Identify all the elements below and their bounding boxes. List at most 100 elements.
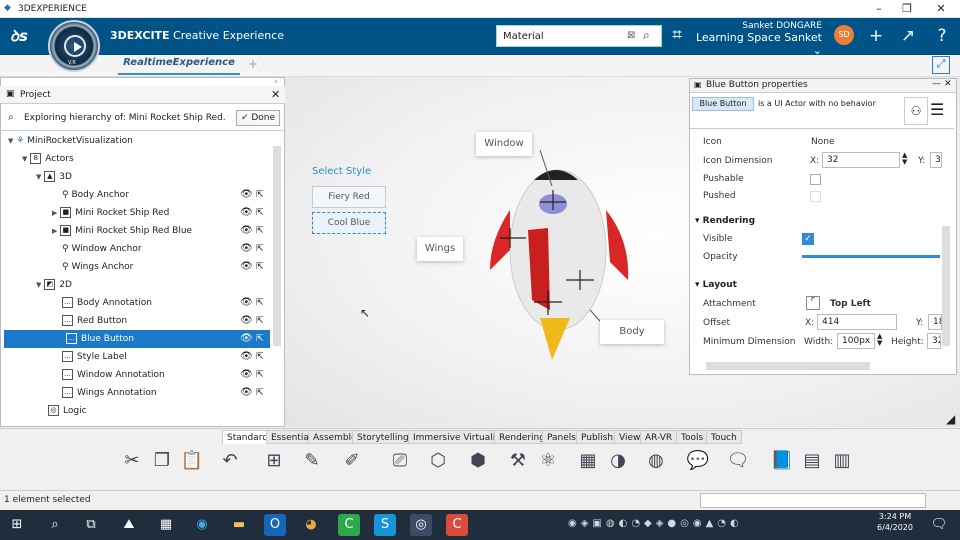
file-explorer-icon[interactable]: ▬	[228, 514, 250, 536]
comment-icon[interactable]: 🗨	[726, 449, 750, 473]
clock[interactable]: 3:24 PM 6/4/2020	[872, 512, 918, 532]
resize-icon[interactable]: ◢	[946, 412, 955, 426]
attachment-value[interactable]: Top Left	[830, 299, 871, 309]
pushed-checkbox[interactable]	[810, 191, 821, 202]
visible-checkbox[interactable]: ✓	[802, 233, 814, 245]
eye-icon[interactable]: 👁	[240, 351, 253, 362]
actor-chip[interactable]: Blue Button	[692, 97, 754, 111]
select-icon[interactable]: ⇱	[256, 226, 264, 236]
select-icon[interactable]: ⇱	[256, 244, 264, 254]
rendering-section[interactable]: ▾ Rendering	[695, 216, 755, 226]
close-panel-icon[interactable]: ✕	[271, 88, 280, 101]
toolbar-tab[interactable]: Storytelling	[352, 430, 414, 444]
tree-item-rocket-red-blue[interactable]: ▶ ■ Mini Rocket Ship Red Blue	[0, 222, 270, 240]
collapse-icon[interactable]: —	[932, 79, 941, 89]
add-behavior-icon[interactable]: ⚇	[904, 97, 928, 125]
toolbar-tab[interactable]: Tools	[676, 430, 709, 444]
select-icon[interactable]: ⇱	[256, 352, 264, 362]
skype-icon[interactable]: S	[374, 514, 396, 536]
window-annotation[interactable]: Window	[476, 132, 532, 156]
book-icon[interactable]: 📘	[770, 449, 794, 473]
tree-item-wings-annotation[interactable]: … Wings Annotation	[0, 384, 270, 402]
tree-item-2d[interactable]: ▼ ◩ 2D	[0, 276, 270, 294]
copy-icon[interactable]: ❐	[150, 449, 174, 473]
tree-item-3d[interactable]: ▼ ▲ 3D	[0, 168, 270, 186]
properties-h-scrollbar[interactable]	[706, 362, 870, 370]
height-field[interactable]: 32	[927, 333, 941, 349]
paste-icon[interactable]: 📋	[180, 449, 204, 473]
avatar[interactable]: SD	[834, 25, 854, 45]
cut-icon[interactable]: ✂	[120, 449, 144, 473]
edit-icon[interactable]: ✐	[340, 449, 364, 473]
close-button[interactable]: ✕	[926, 2, 956, 16]
select-icon[interactable]: ⇱	[256, 316, 264, 326]
select-icon[interactable]: ⇱	[256, 190, 264, 200]
recorder-icon[interactable]: C	[446, 514, 468, 536]
toolbar-tab[interactable]: AR-VR	[640, 430, 678, 444]
search-icon[interactable]: ⌕	[643, 28, 650, 43]
cool-blue-button[interactable]: Cool Blue	[312, 212, 386, 234]
windows-start-icon[interactable]: ⊞	[6, 514, 28, 536]
eye-icon[interactable]: 👁	[240, 387, 253, 398]
tree-item-red-button[interactable]: … Red Button	[0, 312, 270, 330]
eye-icon[interactable]: 👁	[240, 315, 253, 326]
outlook-icon[interactable]: O	[264, 514, 286, 536]
select-icon[interactable]: ⇱	[256, 334, 264, 344]
select-icon[interactable]: ⇱	[256, 388, 264, 398]
pushable-checkbox[interactable]	[810, 174, 821, 185]
tab-realtime-experience[interactable]: RealtimeExperience	[118, 55, 240, 75]
animation-icon[interactable]: ⚛	[536, 449, 560, 473]
search-icon[interactable]: ⌕	[44, 514, 66, 536]
tree-item-body-anchor[interactable]: ⚲ Body Anchor	[0, 186, 270, 204]
tree-item-rocket-red[interactable]: ▶ ■ Mini Rocket Ship Red	[0, 204, 270, 222]
eye-icon[interactable]: 👁	[240, 243, 253, 254]
eye-hidden-icon[interactable]: 👁	[240, 225, 253, 236]
properties-scrollbar[interactable]	[942, 226, 950, 346]
tree-view-icon[interactable]: ⊞	[262, 449, 286, 473]
compass-icon[interactable]: V.R	[48, 20, 100, 72]
select-icon[interactable]: ⇱	[256, 370, 264, 380]
body-annotation[interactable]: Body	[600, 320, 664, 344]
minimize-button[interactable]: –	[864, 2, 894, 16]
eye-icon[interactable]: 👁	[240, 369, 253, 380]
eye-icon[interactable]: 👁	[240, 207, 253, 218]
transform-icon[interactable]: ⚒	[506, 449, 530, 473]
top-left-anchor-icon[interactable]: ⌜	[806, 296, 820, 310]
eye-icon[interactable]: 👁	[240, 333, 253, 344]
offset-y-field[interactable]: 18	[928, 314, 942, 330]
cube-icon[interactable]: ⬡	[426, 449, 450, 473]
command-input[interactable]	[700, 493, 926, 508]
select-icon[interactable]: ⇱	[256, 208, 264, 218]
close-icon[interactable]: ✕	[944, 79, 952, 89]
tag-icon[interactable]: ⌗	[667, 25, 687, 45]
toolbar-tab[interactable]: Touch	[706, 430, 742, 444]
add-tab-button[interactable]: +	[248, 57, 258, 71]
menu-icon[interactable]: ☰	[930, 100, 944, 119]
done-button[interactable]: ✔ Done	[236, 110, 280, 126]
wings-annotation[interactable]: Wings	[417, 237, 463, 261]
calculator-icon[interactable]: ▦	[155, 514, 177, 536]
add-icon[interactable]: +	[866, 26, 886, 46]
icon-value[interactable]: None	[811, 137, 834, 147]
photos-icon[interactable]: ⛰	[118, 514, 140, 536]
system-tray-icons[interactable]: ◉◈▣◍◐◔◆◈●◎◉▲◔◐	[568, 518, 743, 529]
eye-icon[interactable]: 👁	[240, 261, 253, 272]
tree-item-style-label[interactable]: … Style Label	[0, 348, 270, 366]
task-view-icon[interactable]: ⧉	[80, 514, 102, 536]
tree-item-body-annotation[interactable]: … Body Annotation	[0, 294, 270, 312]
width-field[interactable]: 100px	[837, 333, 875, 349]
shape-icon[interactable]: ⬢	[466, 449, 490, 473]
camtasia-icon[interactable]: C	[338, 514, 360, 536]
globe-icon[interactable]: ◍	[644, 449, 668, 473]
measure-icon[interactable]: ✎	[300, 449, 324, 473]
share-icon[interactable]: ↗	[898, 26, 918, 46]
spinner-icon[interactable]: ▲ ▼	[877, 333, 882, 347]
undo-icon[interactable]: ↶	[218, 449, 242, 473]
search-input[interactable]: Material ⊠ ⌕	[496, 25, 662, 47]
offset-x-field[interactable]: 414	[817, 314, 897, 330]
panel-list-icon[interactable]: ▥	[830, 449, 854, 473]
tree-item-blue-button[interactable]: … Blue Button	[4, 330, 270, 348]
annotation-icon[interactable]: 💬	[686, 449, 710, 473]
box-icon[interactable]: ▦	[576, 449, 600, 473]
tree-item-window-anchor[interactable]: ⚲ Window Anchor	[0, 240, 270, 258]
